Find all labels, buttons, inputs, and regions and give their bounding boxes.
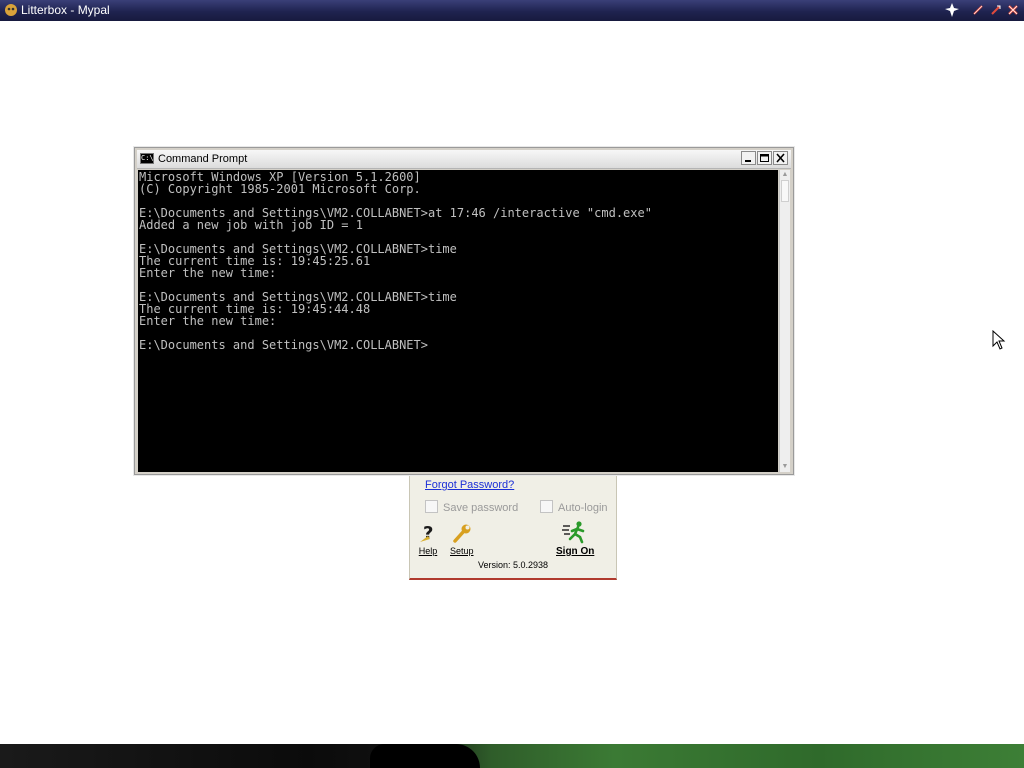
minimize-button[interactable] [741, 151, 756, 165]
minimize-icon[interactable] [970, 2, 986, 18]
command-prompt-titlebar[interactable]: C:\ Command Prompt [137, 150, 791, 169]
auto-login-label: Auto-login [558, 502, 608, 514]
signon-panel: Forgot Password? Save password Auto-logi… [409, 476, 617, 580]
close-icon[interactable] [1005, 2, 1021, 18]
command-prompt-window[interactable]: C:\ Command Prompt Microsoft Windows XP … [134, 147, 794, 475]
svg-text:?: ? [423, 523, 433, 544]
signon-button[interactable]: Sign On [556, 520, 594, 557]
checkbox-box[interactable] [425, 500, 438, 513]
console-icon: C:\ [140, 153, 154, 164]
version-text: Version: 5.0.2938 [477, 560, 549, 570]
console-line: (C) Copyright 1985-2001 Microsoft Corp. [139, 182, 421, 196]
maximize-button[interactable] [757, 151, 772, 165]
app-titlebar: Litterbox - Mypal [0, 0, 1024, 21]
help-label: Help [418, 546, 438, 556]
setup-label: Setup [450, 546, 474, 556]
desktop-shadow [370, 744, 480, 768]
save-password-checkbox[interactable]: Save password [425, 500, 518, 514]
vertical-scrollbar[interactable]: ▲ ▼ [779, 170, 790, 472]
console-line: Enter the new time: [139, 266, 277, 280]
console-line: E:\Documents and Settings\VM2.COLLABNET> [139, 338, 428, 352]
window-title: Command Prompt [158, 153, 248, 165]
app-title: Litterbox - Mypal [21, 3, 110, 17]
mouse-cursor-icon [992, 329, 1006, 355]
checkbox-box[interactable] [540, 500, 553, 513]
maximize-icon[interactable] [988, 2, 1004, 18]
pin-icon[interactable] [944, 2, 960, 18]
console-line: Enter the new time: [139, 314, 277, 328]
scrollbar-thumb[interactable] [781, 180, 789, 202]
running-man-icon [562, 521, 585, 544]
wrench-icon [453, 524, 471, 543]
scroll-down-icon[interactable]: ▼ [781, 463, 789, 471]
save-password-label: Save password [443, 502, 519, 514]
help-icon: ? [420, 523, 433, 544]
scroll-up-icon[interactable]: ▲ [781, 171, 789, 179]
mypal-app-icon [4, 3, 18, 17]
console-output[interactable]: Microsoft Windows XP [Version 5.1.2600](… [138, 170, 778, 472]
signon-label: Sign On [556, 546, 595, 557]
forgot-password-link[interactable]: Forgot Password? [425, 479, 514, 491]
setup-button[interactable]: Setup [450, 522, 474, 556]
help-button[interactable]: ? Help [418, 522, 438, 556]
desktop-background-strip [0, 744, 1024, 768]
close-button[interactable] [773, 151, 788, 165]
auto-login-checkbox[interactable]: Auto-login [540, 500, 608, 514]
console-line: Added a new job with job ID = 1 [139, 218, 363, 232]
